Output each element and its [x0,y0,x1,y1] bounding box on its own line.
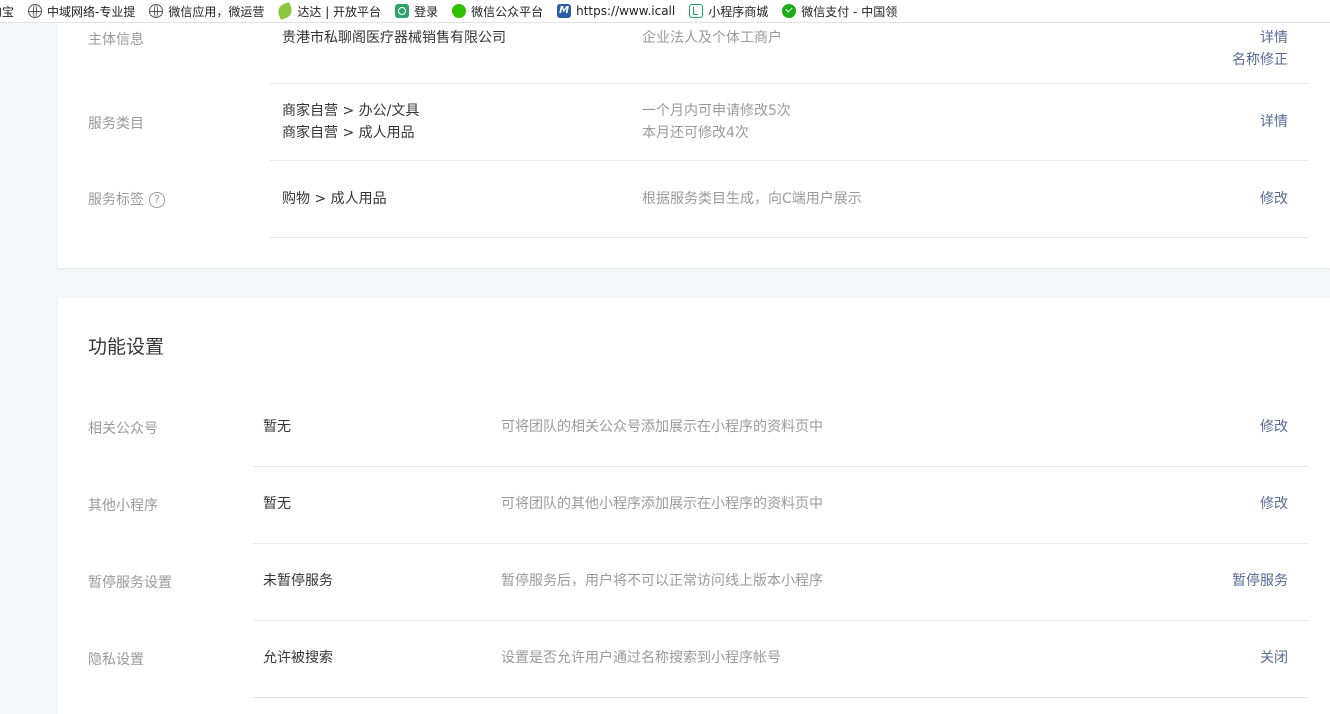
bookmark-label: 中域网络-专业提 [47,4,136,19]
feature-settings-card: 功能设置 相关公众号 暂无 可将团队的相关公众号添加展示在小程序的资料页中 修改… [58,298,1330,714]
section-title: 功能设置 [88,336,165,358]
tags-tip: 根据服务类目生成，向C端用户展示 [642,191,862,207]
bookmark-label: https://www.icall [576,4,676,18]
other-miniprogram-label: 其他小程序 [88,498,158,514]
bookmarks-bar: 淘宝 中域网络-专业提 微信应用，微运营 达达 | 开放平台 登录 微信公众平台… [0,0,1330,23]
category-tip: 一个月内可申请修改5次 [642,103,791,119]
related-account-label: 相关公众号 [88,421,158,437]
subject-detail-link[interactable]: 详情 [1232,27,1288,49]
category-values: 商家自营 > 办公/文具 商家自营 > 成人用品 [282,100,419,144]
divider [253,543,1308,544]
category-item: 商家自营 > 成人用品 [282,125,415,141]
related-account-value: 暂无 [263,419,291,435]
bookmark-label: 微信应用，微运营 [168,4,265,19]
bookmark-zhongyu[interactable]: 中域网络-专业提 [28,0,135,22]
bookmark-label: 微信支付 - 中国领 [801,4,898,19]
leaf-icon [276,2,295,20]
subject-tip: 企业法人及个体工商户 [642,30,782,46]
pause-service-value: 未暂停服务 [263,573,333,589]
tags-label-wrap: 服务标签? [88,189,165,209]
subject-value: 贵港市私聊阁医疗器械销售有限公司 [282,30,506,46]
bookmark-wechat-pay[interactable]: 微信支付 - 中国领 [782,0,897,22]
wechat-pay-icon [782,4,797,18]
category-tip: 本月还可修改4次 [642,125,749,141]
other-miniprogram-tip: 可将团队的其他小程序添加展示在小程序的资料页中 [501,496,823,512]
bookmark-label: 淘宝 [0,4,15,19]
pause-service-tip: 暂停服务后，用户将不可以正常访问线上版本小程序 [501,573,823,589]
bookmark-taobao[interactable]: 淘宝 [0,0,14,22]
bookmark-mini-mall[interactable]: 小程序商城 [689,0,768,22]
category-item: 商家自营 > 办公/文具 [282,103,420,119]
bookmark-label: 小程序商城 [708,4,769,19]
subject-actions: 详情 名称修正 [1232,27,1288,71]
subject-label: 主体信息 [88,32,144,48]
related-account-edit-link[interactable]: 修改 [1260,416,1288,438]
login-icon [395,4,410,18]
mini-program-icon [689,4,704,18]
divider [270,83,1308,84]
help-icon[interactable]: ? [149,192,165,208]
bookmark-icall[interactable]: M https://www.icall [557,0,675,22]
m-icon: M [557,4,572,18]
bookmark-label: 微信公众平台 [471,4,544,19]
bookmark-label: 登录 [414,4,439,19]
bookmark-dada[interactable]: 达达 | 开放平台 [276,0,382,22]
tags-label: 服务标签 [88,192,144,208]
tags-value: 购物 > 成人用品 [282,191,387,207]
tags-edit-link[interactable]: 修改 [1260,188,1288,210]
wechat-icon [452,4,467,18]
category-detail-link[interactable]: 详情 [1260,111,1288,133]
name-correction-link[interactable]: 名称修正 [1232,49,1288,71]
divider [270,237,1308,238]
privacy-label: 隐私设置 [88,652,144,668]
divider [253,697,1308,698]
basic-info-card: 主体信息 贵港市私聊阁医疗器械销售有限公司 企业法人及个体工商户 详情 名称修正… [58,23,1330,268]
pause-service-label: 暂停服务设置 [88,575,172,591]
privacy-close-link[interactable]: 关闭 [1260,647,1288,669]
category-label: 服务类目 [88,116,144,132]
globe-icon [149,4,164,18]
globe-icon [28,4,43,18]
bookmark-login[interactable]: 登录 [395,0,438,22]
privacy-tip: 设置是否允许用户通过名称搜索到小程序帐号 [501,650,781,666]
other-miniprogram-value: 暂无 [263,496,291,512]
pause-service-button[interactable]: 暂停服务 [1232,570,1288,592]
bookmark-label: 达达 | 开放平台 [297,4,382,19]
divider [253,620,1308,621]
category-tips: 一个月内可申请修改5次 本月还可修改4次 [642,100,791,144]
divider [270,160,1308,161]
other-miniprogram-edit-link[interactable]: 修改 [1260,493,1288,515]
bookmark-wechat-app[interactable]: 微信应用，微运营 [149,0,264,22]
bookmark-wechat-mp[interactable]: 微信公众平台 [452,0,543,22]
divider [253,466,1308,467]
privacy-value: 允许被搜索 [263,650,333,666]
related-account-tip: 可将团队的相关公众号添加展示在小程序的资料页中 [501,419,823,435]
